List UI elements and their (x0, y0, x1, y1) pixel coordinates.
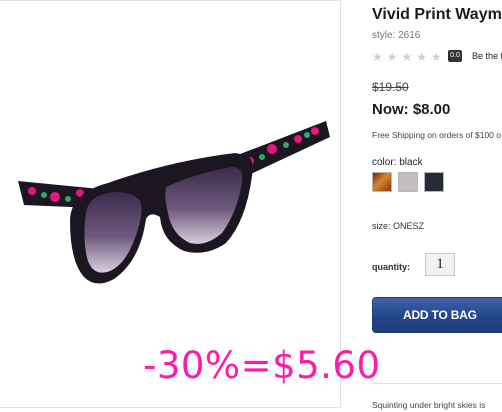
size-label: size: ONESZ (372, 221, 425, 231)
swatch-grey[interactable] (398, 172, 418, 192)
color-label: color: black (372, 157, 423, 168)
add-to-bag-button[interactable]: ADD TO BAG (372, 297, 502, 333)
promo-discount-text: -30%=$5.60 (143, 344, 381, 387)
swatch-black[interactable] (424, 172, 444, 192)
quantity-input[interactable] (425, 253, 455, 276)
divider (372, 383, 502, 384)
rating-badge: 0.0 (448, 50, 462, 62)
swatch-tortoise[interactable] (372, 172, 392, 192)
original-price: $19.50 (372, 80, 409, 94)
product-style: style: 2616 (372, 30, 421, 41)
sale-price: Now: $8.00 (372, 101, 451, 118)
product-title: Vivid Print Wayma (372, 6, 502, 23)
product-description: Squinting under bright skies is (372, 400, 486, 410)
quantity-label: quantity: (372, 262, 410, 272)
shipping-note: Free Shipping on orders of $100 o (372, 130, 502, 140)
star-icon[interactable]: ★★★★★ (372, 50, 446, 64)
rating-link[interactable]: Be the f (472, 51, 502, 61)
sunglasses-image[interactable] (0, 101, 341, 311)
